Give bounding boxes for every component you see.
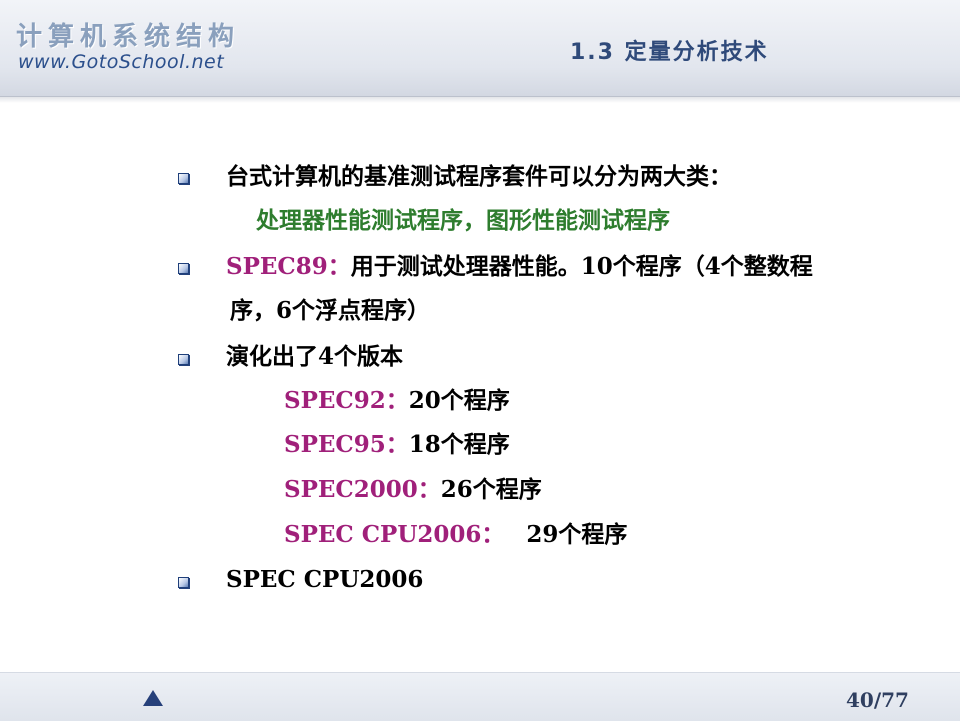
bullet-2-continuation: 序，6个浮点程序） (230, 297, 431, 324)
version-desc: 18个程序 (408, 431, 510, 458)
version-desc: 29个程序 (526, 521, 628, 548)
version-name: SPEC CPU2006： (284, 521, 505, 548)
spec89-description: 用于测试处理器性能。10个程序（4个整数程 (350, 253, 813, 280)
version-item: SPEC92：20个程序 (284, 386, 510, 416)
bullet-icon (178, 263, 189, 274)
triangle-up-icon[interactable] (143, 690, 163, 706)
bullet-3-text: 演化出了4个版本 (226, 343, 404, 370)
version-item: SPEC95：18个程序 (284, 430, 510, 460)
bullet-1-text: 台式计算机的基准测试程序套件可以分为两大类： (226, 163, 732, 190)
version-name: SPEC2000： (284, 476, 441, 503)
bullet-icon (178, 173, 189, 184)
slide-content: 台式计算机的基准测试程序套件可以分为两大类： 处理器性能测试程序，图形性能测试程… (0, 0, 960, 720)
bullet-4-text: SPEC CPU2006 (226, 566, 424, 593)
version-name: SPEC92： (284, 387, 409, 414)
spec89-label: SPEC89： (226, 253, 351, 280)
bullet-icon (178, 577, 189, 588)
bullet-1-subtext: 处理器性能测试程序，图形性能测试程序 (256, 207, 670, 234)
version-desc: 20个程序 (408, 387, 510, 414)
bullet-2-text: SPEC89：用于测试处理器性能。10个程序（4个整数程 (226, 252, 813, 282)
version-item: SPEC2000：26个程序 (284, 475, 542, 505)
version-item: SPEC CPU2006： 29个程序 (284, 520, 627, 550)
version-name: SPEC95： (284, 431, 409, 458)
bullet-icon (178, 354, 189, 365)
version-desc: 26个程序 (440, 476, 542, 503)
page-number: 40/77 (846, 688, 909, 712)
